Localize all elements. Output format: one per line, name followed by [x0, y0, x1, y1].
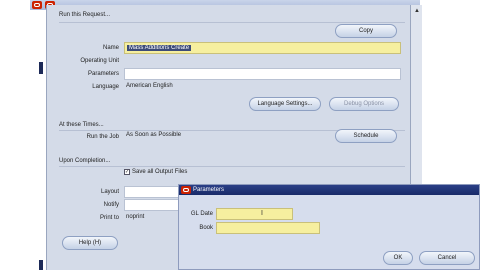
debug-options-button[interactable]: Debug Options — [329, 97, 399, 111]
oracle-app-icon — [181, 186, 191, 194]
section-divider — [59, 166, 405, 167]
name-label: Name — [102, 45, 119, 51]
run-job-label: Run the Job — [86, 134, 119, 140]
scroll-up-arrow-icon[interactable]: ▲ — [412, 7, 422, 16]
layout-label: Layout — [100, 189, 119, 195]
language-value: American English — [126, 83, 173, 89]
oracle-app-icon[interactable] — [32, 1, 42, 9]
language-settings-button[interactable]: Language Settings... — [249, 97, 321, 111]
operating-unit-field[interactable] — [124, 57, 401, 67]
ok-button[interactable]: OK — [383, 251, 413, 265]
parameters-dialog-title: Parameters — [193, 187, 225, 193]
schedule-button[interactable]: Schedule — [335, 129, 397, 143]
notify-field[interactable] — [124, 199, 179, 211]
print-to-label: Print to — [99, 215, 119, 221]
help-button[interactable]: Help (H) — [62, 236, 118, 250]
window-edge-marker — [39, 62, 43, 74]
gl-date-field[interactable]: I — [216, 208, 293, 220]
completion-section-title: Upon Completion... — [59, 158, 111, 164]
run-request-section-title: Run this Request... — [59, 12, 111, 18]
operating-unit-label: Operating Unit — [80, 58, 119, 64]
parameters-dialog-title-bar[interactable]: Parameters — [179, 185, 479, 195]
language-label: Language — [92, 84, 119, 90]
run-job-value: As Soon as Possible — [126, 132, 182, 138]
name-field[interactable]: Mass Additions Create — [124, 42, 401, 54]
text-cursor-icon: I — [261, 210, 263, 217]
book-label: Book — [199, 225, 213, 231]
cancel-button[interactable]: Cancel — [419, 251, 475, 265]
save-output-label: Save all Output Files — [132, 169, 188, 175]
save-output-checkbox[interactable]: ✓ — [124, 169, 130, 175]
parameters-dialog: Parameters GL Date I Book OK Cancel — [178, 184, 480, 270]
parameters-field[interactable] — [124, 68, 401, 80]
window-edge-marker — [39, 260, 43, 270]
notify-label: Notify — [103, 202, 119, 208]
section-divider — [59, 22, 405, 23]
book-field[interactable] — [216, 222, 320, 234]
print-to-value: noprint — [126, 214, 145, 220]
name-field-value: Mass Additions Create — [127, 45, 192, 51]
parameters-label: Parameters — [87, 71, 119, 77]
copy-button[interactable]: Copy — [335, 24, 397, 38]
gl-date-label: GL Date — [190, 211, 213, 217]
layout-field[interactable] — [124, 186, 179, 198]
times-section-title: At these Times... — [59, 122, 104, 128]
